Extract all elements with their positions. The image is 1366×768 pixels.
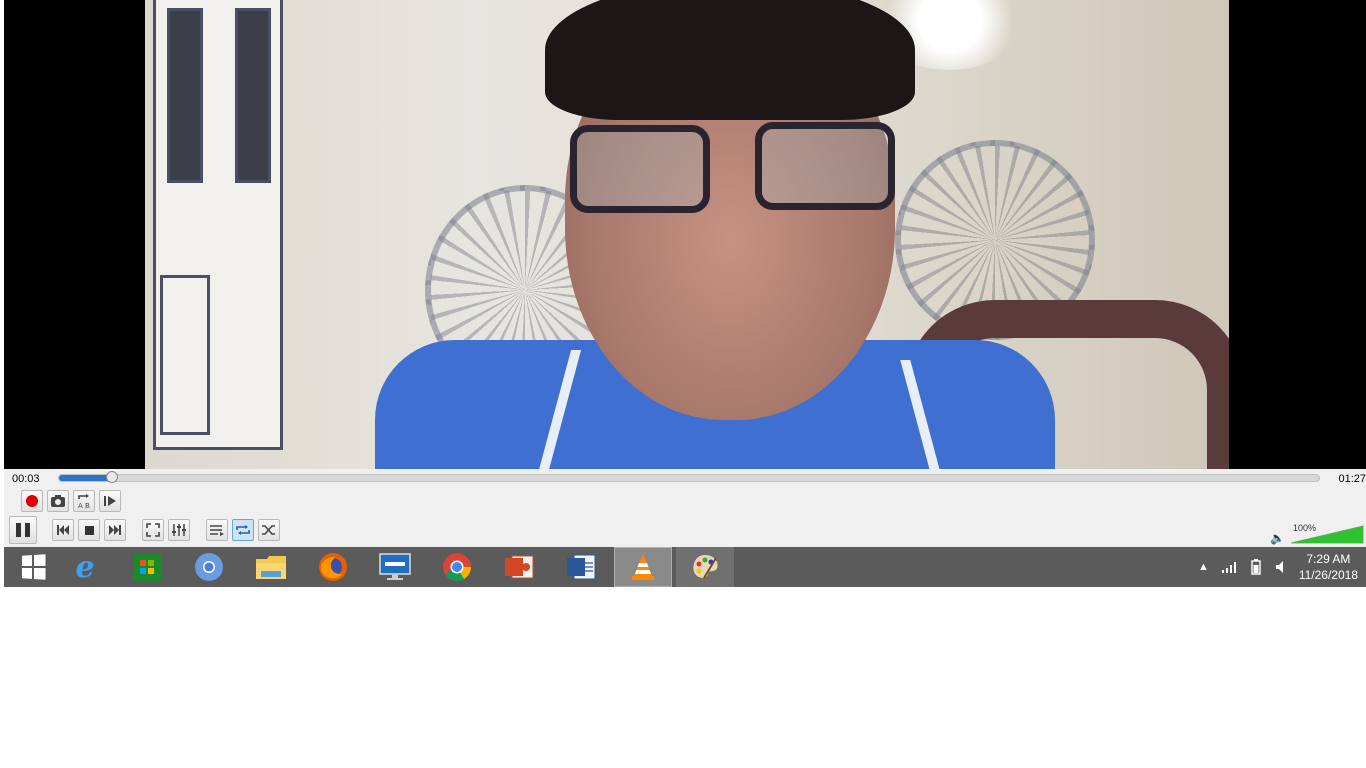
store-icon: [133, 553, 161, 581]
vlc-window: 00:03 01:27 AB 🔈 100% e ▲ 7:29 AM 11/26/…: [4, 0, 1366, 587]
system-tray: ▲ 7:29 AM 11/26/2018: [1198, 547, 1358, 587]
taskbar-word[interactable]: [552, 547, 610, 587]
camera-icon: [51, 495, 65, 507]
seek-bar[interactable]: [58, 471, 1320, 483]
svg-text:A: A: [78, 502, 83, 509]
background-door-panel: [167, 8, 203, 183]
battery-icon[interactable]: [1249, 559, 1263, 575]
taskbar-chrome[interactable]: [428, 547, 486, 587]
fullscreen-button[interactable]: [142, 519, 164, 541]
background-door-panel: [160, 275, 210, 435]
taskbar-store[interactable]: [118, 547, 176, 587]
extended-settings-button[interactable]: [168, 519, 190, 541]
next-button[interactable]: [104, 519, 126, 541]
taskbar-file-explorer[interactable]: [242, 547, 300, 587]
pause-button[interactable]: [9, 516, 37, 544]
video-frame: [145, 0, 1229, 469]
ab-loop-icon: AB: [78, 494, 90, 509]
ab-loop-button[interactable]: AB: [73, 490, 95, 512]
loop-icon: [236, 525, 250, 535]
vlc-cone-icon: [632, 554, 654, 580]
shuffle-button[interactable]: [258, 519, 280, 541]
glasses-left-lens: [570, 125, 710, 213]
record-button[interactable]: [21, 490, 43, 512]
paint-palette-icon: [693, 555, 718, 579]
seek-progress: [59, 475, 112, 481]
total-duration: 01:27: [1338, 473, 1366, 485]
internet-explorer-icon: e: [75, 549, 95, 585]
skip-previous-icon: [57, 525, 69, 535]
video-area[interactable]: [4, 0, 1366, 469]
equalizer-icon: [172, 524, 186, 536]
previous-button[interactable]: [52, 519, 74, 541]
playlist-button[interactable]: [206, 519, 228, 541]
record-icon: [26, 495, 38, 507]
powerpoint-icon: [505, 555, 534, 579]
loop-button[interactable]: [232, 519, 254, 541]
wifi-signal-icon[interactable]: [1221, 561, 1237, 573]
skip-next-icon: [109, 525, 121, 535]
chrome-icon: [443, 553, 471, 581]
background-door-panel: [235, 8, 271, 183]
taskbar-firefox[interactable]: [304, 547, 362, 587]
glasses-right-lens: [755, 122, 895, 210]
volume-slider[interactable]: [1290, 522, 1364, 544]
playlist-icon: [210, 525, 224, 536]
lenovo-monitor-icon: [379, 553, 411, 580]
seek-handle[interactable]: [105, 471, 118, 483]
start-button[interactable]: [4, 547, 62, 587]
frame-by-frame-button[interactable]: [99, 490, 121, 512]
frame-step-icon: [104, 496, 116, 506]
taskbar-lenovo[interactable]: [366, 547, 424, 587]
show-hidden-icons-icon[interactable]: ▲: [1198, 561, 1209, 573]
taskbar: e ▲ 7:29 AM 11/26/2018: [4, 547, 1366, 587]
person-hair: [545, 0, 915, 120]
volume-icon[interactable]: [1275, 560, 1287, 574]
firefox-icon: [319, 553, 347, 581]
taskbar-chromium[interactable]: [180, 547, 238, 587]
chromium-icon: [195, 553, 223, 581]
pause-icon: [16, 523, 30, 537]
folder-icon: [256, 556, 286, 579]
word-icon: [567, 554, 596, 580]
fullscreen-icon: [146, 523, 160, 537]
shuffle-icon: [262, 525, 275, 535]
clock[interactable]: 7:29 AM 11/26/2018: [1299, 551, 1358, 583]
clock-date: 11/26/2018: [1298, 568, 1358, 582]
taskbar-powerpoint[interactable]: [490, 547, 548, 587]
stop-icon: [84, 525, 94, 535]
stop-button[interactable]: [78, 519, 100, 541]
taskbar-internet-explorer[interactable]: e: [56, 547, 114, 587]
elapsed-time: 00:03: [12, 473, 40, 485]
taskbar-vlc[interactable]: [614, 547, 672, 587]
clock-time: 7:29 AM: [1306, 552, 1351, 566]
windows-logo-icon: [21, 554, 46, 580]
speaker-icon[interactable]: 🔈: [1270, 531, 1285, 545]
snapshot-button[interactable]: [47, 490, 69, 512]
svg-text:B: B: [85, 502, 90, 509]
taskbar-paint[interactable]: [676, 547, 734, 587]
